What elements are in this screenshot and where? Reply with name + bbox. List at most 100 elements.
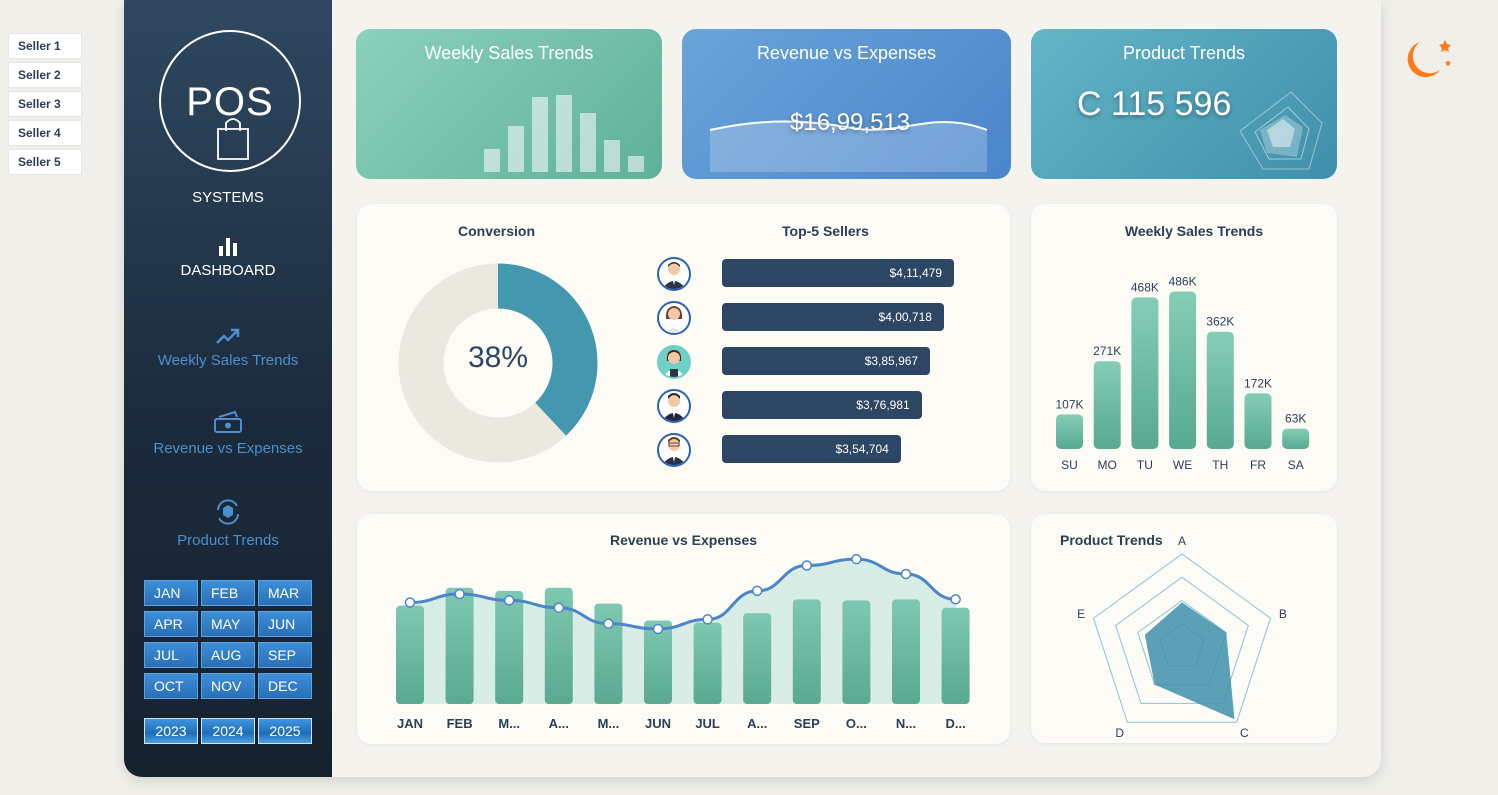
- weekly-bar-label: 172K: [1244, 376, 1272, 390]
- seller-5-button[interactable]: Seller 5: [8, 149, 82, 175]
- logo-subtitle: SYSTEMS: [192, 189, 264, 206]
- month-jul-button[interactable]: JUL: [144, 642, 198, 668]
- expenses-point: [801, 560, 813, 571]
- kpi-weekly-sparkbars: [484, 95, 644, 172]
- weekly-bar-label: 107K: [1055, 397, 1083, 411]
- revenue-bar: [842, 600, 871, 704]
- kpi-product-value: C 115 596: [1077, 85, 1232, 123]
- seller-value-bar: $4,11,479: [722, 259, 954, 287]
- revenue-x-tick: FEB: [447, 716, 473, 731]
- seller-4-button[interactable]: Seller 4: [8, 120, 82, 146]
- year-2025-button[interactable]: 2025: [258, 718, 312, 744]
- dashboard-window: POS SYSTEMS DASHBOARD Weekly Sales Trend…: [124, 0, 1381, 777]
- nav-weekly-sales-label: Weekly Sales Trends: [157, 352, 299, 369]
- seller-avatar: [657, 257, 691, 291]
- nav-dashboard-label: DASHBOARD: [180, 262, 276, 279]
- expenses-point: [900, 568, 912, 580]
- weekly-x-tick: MO: [1098, 458, 1117, 472]
- month-aug-button[interactable]: AUG: [201, 642, 255, 668]
- revenue-bar: [495, 590, 524, 704]
- weekly-bar: [1169, 291, 1197, 449]
- sidebar: POS SYSTEMS DASHBOARD Weekly Sales Trend…: [124, 0, 332, 777]
- revenue-bar: [941, 607, 970, 704]
- nav-weekly-sales[interactable]: Weekly Sales Trends: [124, 326, 332, 369]
- revenue-expenses-chart: JAN FEB M... A... M... JUN JUL A... SEP O... N... D…: [396, 553, 970, 731]
- weekly-bar: [1206, 331, 1234, 449]
- weekly-bar-label: 63K: [1285, 412, 1306, 426]
- weekly-bar-label: 362K: [1206, 315, 1234, 329]
- nav-product-trends[interactable]: Product Trends: [124, 498, 332, 549]
- year-2024-button[interactable]: 2024: [201, 718, 255, 744]
- weekly-x-tick: TU: [1137, 458, 1153, 472]
- nav-product-trends-label: Product Trends: [177, 532, 279, 549]
- kpi-revenue-sparkarea: [709, 120, 988, 172]
- seller-value-bar: $4,00,718: [722, 303, 944, 331]
- revenue-x-tick: JUN: [645, 716, 671, 731]
- weekly-x-tick: SA: [1288, 458, 1304, 472]
- money-icon: [214, 410, 242, 433]
- seller-slicer: Seller 1 Seller 2 Seller 3 Seller 4 Sell…: [8, 33, 92, 178]
- conversion-title: Conversion: [458, 223, 536, 239]
- month-oct-button[interactable]: OCT: [144, 673, 198, 699]
- expenses-point: [503, 595, 515, 606]
- month-jun-button[interactable]: JUN: [258, 611, 312, 637]
- seller-avatar: [657, 389, 691, 423]
- conversion-sellers-panel: Conversion 38% Top-5 Sellers $4,11,479 $…: [357, 204, 1010, 491]
- expenses-point: [454, 588, 465, 600]
- weekly-bar: [1056, 414, 1083, 449]
- trend-up-icon: [216, 328, 240, 344]
- revenue-x-tick: D...: [945, 716, 965, 731]
- revenue-bar: [792, 599, 821, 704]
- expenses-point: [851, 553, 862, 565]
- nav-dashboard[interactable]: DASHBOARD: [124, 236, 332, 279]
- weekly-bar: [1131, 297, 1159, 449]
- seller-3-button[interactable]: Seller 3: [8, 91, 82, 117]
- month-feb-button[interactable]: FEB: [201, 580, 255, 606]
- year-2023-button[interactable]: 2023: [144, 718, 198, 744]
- month-nov-button[interactable]: NOV: [201, 673, 255, 699]
- nav-revenue-expenses-label: Revenue vs Expenses: [153, 440, 303, 457]
- revenue-x-tick: A...: [747, 716, 767, 731]
- product-trends-chart: A B C D E: [1077, 534, 1287, 740]
- seller-avatar: [657, 301, 691, 335]
- month-dec-button[interactable]: DEC: [258, 673, 312, 699]
- seller-2-button[interactable]: Seller 2: [8, 62, 82, 88]
- kpi-revenue-value: $16,99,513: [790, 109, 911, 136]
- month-sep-button[interactable]: SEP: [258, 642, 312, 668]
- radar-axis-label: A: [1178, 534, 1186, 548]
- revenue-bar: [892, 599, 920, 704]
- revenue-x-tick: N...: [896, 716, 916, 731]
- seller-avatar: [657, 433, 691, 467]
- expenses-point: [950, 594, 961, 605]
- kpi-revenue-card: Revenue vs Expenses $16,99,513: [682, 29, 1011, 179]
- weekly-x-tick: SU: [1061, 458, 1078, 472]
- weekly-sales-chart: 107K SU 271K MO 468K TU 486K WE 362K TH 172K FR 63K S…: [1055, 275, 1310, 472]
- top-sellers-title: Top-5 Sellers: [782, 223, 869, 239]
- nav-revenue-expenses[interactable]: Revenue vs Expenses: [124, 410, 332, 457]
- month-slicer: JAN FEB MAR APR MAY JUN JUL AUG SEP OCT …: [144, 580, 314, 699]
- revenue-x-tick: O...: [846, 716, 867, 731]
- revenue-x-tick: JAN: [397, 716, 423, 731]
- expenses-point: [404, 597, 416, 608]
- weekly-bar-label: 271K: [1093, 344, 1121, 358]
- month-jan-button[interactable]: JAN: [144, 580, 198, 606]
- month-apr-button[interactable]: APR: [144, 611, 198, 637]
- kpi-product-card: Product Trends C 115 596: [1031, 29, 1337, 179]
- product-cycle-icon: [217, 499, 239, 525]
- pos-logo: POS: [159, 30, 301, 172]
- weekly-bar: [1282, 428, 1310, 449]
- conversion-value: 38%: [467, 341, 529, 374]
- seller-1-button[interactable]: Seller 1: [8, 33, 82, 59]
- month-may-button[interactable]: MAY: [201, 611, 255, 637]
- product-trends-panel: Product Trends ABCDE: [1031, 514, 1337, 743]
- month-mar-button[interactable]: MAR: [258, 580, 312, 606]
- seller-value-bar: $3,54,704: [722, 435, 901, 463]
- bar-chart-icon: [219, 238, 237, 256]
- moon-stars-icon[interactable]: [1404, 38, 1454, 82]
- radar-series: [1144, 602, 1235, 720]
- weekly-sales-panel: Weekly Sales Trends 107K SU 271K MO 468K TU 48…: [1031, 204, 1337, 491]
- radar-axis-label: B: [1279, 607, 1287, 621]
- weekly-x-tick: TH: [1212, 458, 1228, 472]
- revenue-x-tick: A...: [549, 716, 569, 731]
- revenue-x-tick: SEP: [794, 716, 820, 731]
